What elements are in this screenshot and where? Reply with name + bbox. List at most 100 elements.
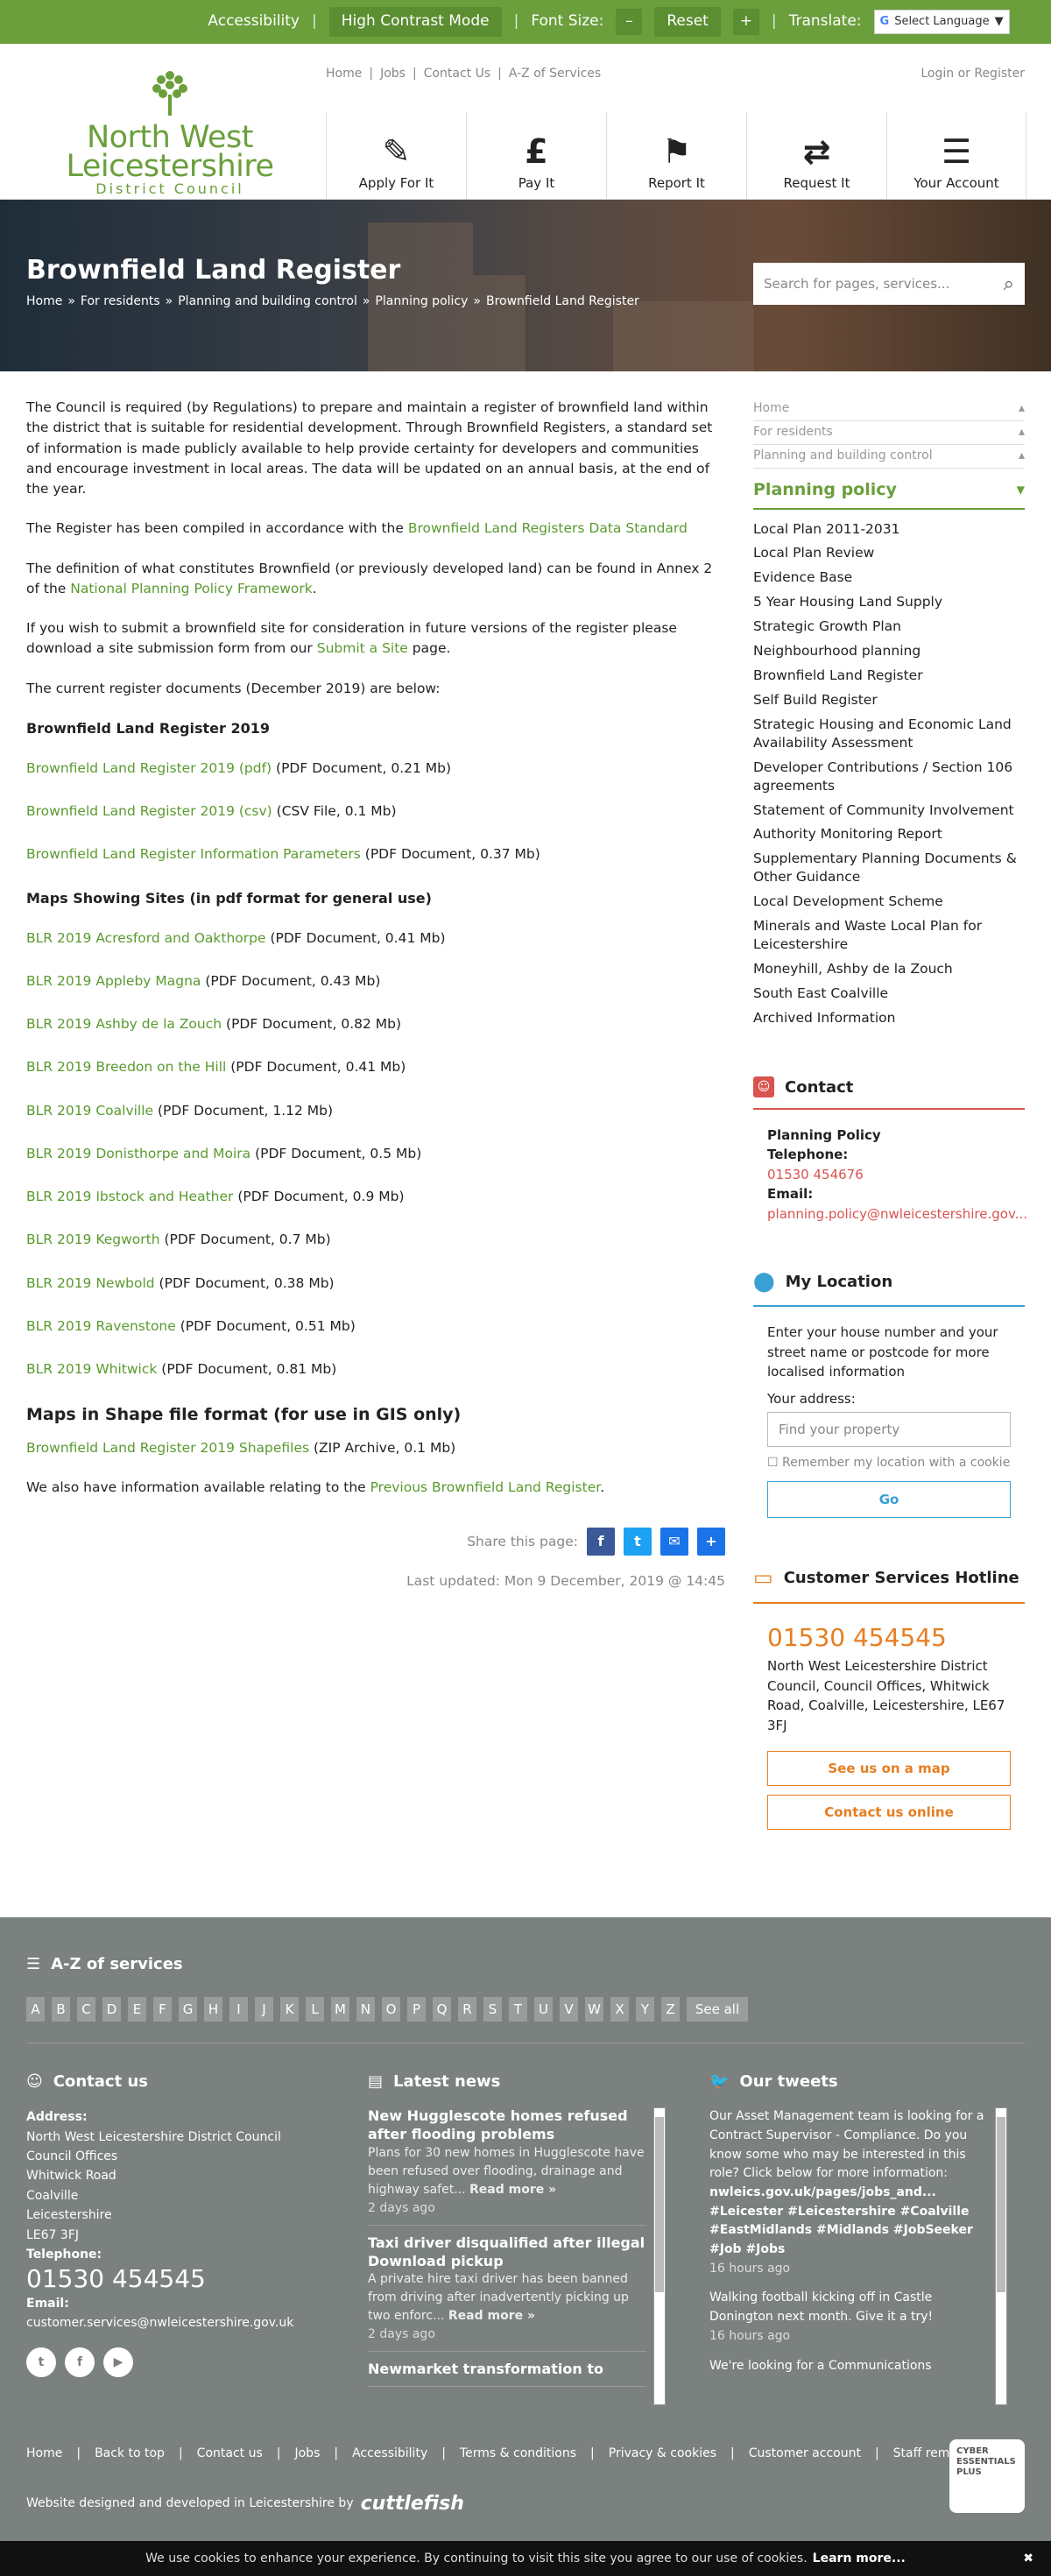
az-letter[interactable]: C (77, 1997, 95, 2022)
sidebar-item[interactable]: Neighbourhood planning (753, 640, 1025, 665)
footer-link[interactable]: Back to top (95, 2445, 165, 2463)
email-share-icon[interactable]: ✉ (660, 1528, 688, 1556)
sidebar-item[interactable]: Local Plan Review (753, 542, 1025, 567)
accessibility-link[interactable]: Accessibility (208, 11, 300, 33)
nppf-link[interactable]: National Planning Policy Framework (70, 581, 313, 596)
login-register-link[interactable]: Login or Register (921, 65, 1025, 83)
address-input[interactable]: Find your property (767, 1412, 1011, 1448)
az-letter[interactable]: E (128, 1997, 146, 2022)
twitter-share-icon[interactable]: t (624, 1528, 652, 1556)
tweets-scrollbar[interactable] (995, 2107, 1007, 2406)
document-link[interactable]: BLR 2019 Acresford and Oakthorpe (26, 930, 266, 946)
az-letter[interactable]: N (356, 1997, 375, 2022)
az-letter[interactable]: U (534, 1997, 553, 2022)
shapefile-link[interactable]: Brownfield Land Register 2019 Shapefiles (26, 1440, 309, 1456)
font-increase-button[interactable]: + (732, 9, 759, 35)
sidebar-item[interactable]: Statement of Community Involvement (753, 800, 1025, 824)
az-letter[interactable]: H (204, 1997, 222, 2022)
data-standard-link[interactable]: Brownfield Land Registers Data Standard (408, 520, 688, 536)
news-scrollbar[interactable] (653, 2107, 666, 2406)
news-title-link[interactable]: New Hugglescote homes refused after floo… (368, 2107, 646, 2144)
close-icon[interactable]: ✖ (1023, 2550, 1033, 2568)
breadcrumb-policy[interactable]: Planning policy (375, 293, 468, 311)
document-link[interactable]: Brownfield Land Register Information Par… (26, 846, 361, 862)
sidebar-item[interactable]: Local Plan 2011-2031 (753, 519, 1025, 543)
az-letter[interactable]: G (179, 1997, 197, 2022)
cuttlefish-logo[interactable]: cuttlefish (361, 2489, 464, 2518)
header-link-contact[interactable]: Contact Us (424, 65, 490, 83)
document-link[interactable]: Brownfield Land Register 2019 (pdf) (26, 760, 272, 776)
breadcrumb-residents[interactable]: For residents (81, 293, 160, 311)
az-letter[interactable]: P (407, 1997, 426, 2022)
footer-link[interactable]: Customer account (749, 2445, 861, 2463)
footer-phone[interactable]: 01530 454545 (26, 2264, 324, 2294)
contact-email-link[interactable]: planning.policy@nwleicestershire.gov... (767, 1206, 1027, 1222)
document-link[interactable]: BLR 2019 Kegworth (26, 1232, 160, 1247)
footer-link[interactable]: Home (26, 2445, 62, 2463)
search-input[interactable]: Search for pages, services... ⌕ (753, 263, 1025, 305)
tile-account[interactable]: ☰ Your Account (886, 112, 1026, 200)
header-link-az[interactable]: A-Z of Services (509, 65, 601, 83)
previous-register-link[interactable]: Previous Brownfield Land Register (370, 1479, 601, 1495)
az-see-all[interactable]: See all (687, 1997, 748, 2022)
news-title-link[interactable]: Newmarket transformation to (368, 2361, 646, 2379)
youtube-icon[interactable]: ▶ (103, 2347, 133, 2377)
footer-link[interactable]: Accessibility (352, 2445, 427, 2463)
document-link[interactable]: BLR 2019 Newbold (26, 1275, 155, 1291)
sidebar-item[interactable]: Self Build Register (753, 689, 1025, 714)
tile-request[interactable]: ⇄ Request It (746, 112, 886, 200)
sidebar-item[interactable]: Minerals and Waste Local Plan for Leices… (753, 915, 1025, 958)
sidebar-ancestor-residents[interactable]: For residents ▴ (753, 421, 1025, 445)
tile-report[interactable]: ⚑ Report It (606, 112, 746, 200)
sidebar-item[interactable]: Strategic Growth Plan (753, 616, 1025, 640)
sidebar-item[interactable]: Developer Contributions / Section 106 ag… (753, 757, 1025, 800)
footer-email-link[interactable]: customer.services@nwleicestershire.gov.u… (26, 2313, 324, 2333)
breadcrumb-home[interactable]: Home (26, 293, 62, 311)
facebook-share-icon[interactable]: f (587, 1528, 615, 1556)
search-icon[interactable]: ⌕ (1004, 270, 1014, 299)
sidebar-item[interactable]: Strategic Housing and Economic Land Avai… (753, 714, 1025, 757)
az-letter[interactable]: J (255, 1997, 273, 2022)
sidebar-item[interactable]: Moneyhill, Ashby de la Zouch (753, 958, 1025, 983)
sidebar-item[interactable]: 5 Year Housing Land Supply (753, 591, 1025, 616)
document-link[interactable]: BLR 2019 Appleby Magna (26, 973, 201, 989)
tweet-link[interactable]: nwleics.gov.uk/pages/jobs_and... (709, 2184, 988, 2203)
council-logo[interactable]: North West Leicestershire District Counc… (65, 70, 275, 197)
document-link[interactable]: BLR 2019 Ravenstone (26, 1318, 176, 1334)
az-letter[interactable]: F (153, 1997, 172, 2022)
remember-checkbox[interactable]: ☐ Remember my location with a cookie (767, 1454, 1011, 1472)
cookie-learn-more[interactable]: Learn more... (813, 2550, 906, 2568)
news-title-link[interactable]: Taxi driver disqualified after illegal D… (368, 2234, 646, 2271)
document-link[interactable]: BLR 2019 Coalville (26, 1103, 153, 1119)
az-letter[interactable]: Z (661, 1997, 680, 2022)
az-letter[interactable]: K (280, 1997, 299, 2022)
az-letter[interactable]: M (331, 1997, 349, 2022)
document-link[interactable]: BLR 2019 Ashby de la Zouch (26, 1016, 222, 1032)
header-link-home[interactable]: Home (326, 65, 362, 83)
az-letter[interactable]: D (102, 1997, 121, 2022)
sidebar-item[interactable]: Supplementary Planning Documents & Other… (753, 848, 1025, 891)
map-button[interactable]: See us on a map (767, 1751, 1011, 1787)
sidebar-ancestor-planning[interactable]: Planning and building control ▴ (753, 445, 1025, 469)
sidebar-section-heading[interactable]: Planning policy ▾ (753, 469, 1025, 510)
az-letter[interactable]: Q (433, 1997, 451, 2022)
breadcrumb-planning[interactable]: Planning and building control (178, 293, 357, 311)
font-decrease-button[interactable]: – (616, 9, 643, 35)
az-letter[interactable]: B (52, 1997, 70, 2022)
sidebar-item[interactable]: Archived Information (753, 1007, 1025, 1032)
az-letter[interactable]: I (229, 1997, 248, 2022)
go-button[interactable]: Go (767, 1481, 1011, 1519)
az-letter[interactable]: W (585, 1997, 603, 2022)
az-letter[interactable]: A (26, 1997, 45, 2022)
footer-link[interactable]: Privacy & cookies (609, 2445, 716, 2463)
footer-link[interactable]: Contact us (197, 2445, 263, 2463)
sidebar-ancestor-home[interactable]: Home ▴ (753, 398, 1025, 421)
font-reset-button[interactable]: Reset (654, 7, 721, 37)
contact-online-button[interactable]: Contact us online (767, 1795, 1011, 1831)
document-link[interactable]: Brownfield Land Register 2019 (csv) (26, 803, 272, 819)
document-link[interactable]: BLR 2019 Ibstock and Heather (26, 1189, 233, 1204)
facebook-icon[interactable]: f (65, 2347, 95, 2377)
sidebar-item[interactable]: Authority Monitoring Report (753, 823, 1025, 848)
read-more-link[interactable]: Read more » (469, 2183, 556, 2197)
az-letter[interactable]: L (306, 1997, 324, 2022)
